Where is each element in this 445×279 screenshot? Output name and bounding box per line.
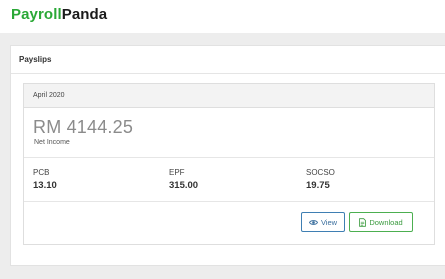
brand-name-part1: Payroll (11, 6, 62, 23)
file-icon (359, 217, 367, 227)
view-button-label: View (320, 217, 338, 227)
net-income-amount: RM 4144.25 (33, 117, 134, 137)
net-income-label: Net Income (34, 139, 70, 146)
divider (24, 201, 434, 202)
stat-value: 13.10 (33, 180, 57, 191)
top-navbar: PayrollPanda (0, 0, 445, 33)
panel-title: Payslips (11, 46, 445, 74)
stat-epf: EPF 315.00 (169, 168, 198, 191)
stat-label: PCB (33, 168, 50, 177)
stat-label: SOCSO (306, 168, 335, 177)
stat-pcb: PCB 13.10 (33, 168, 57, 191)
brand-logo[interactable]: PayrollPanda (11, 6, 107, 23)
view-button[interactable]: View (301, 212, 345, 232)
brand-name-part2: Panda (61, 6, 108, 23)
stat-socso: SOCSO 19.75 (306, 168, 335, 191)
eye-icon (308, 219, 318, 226)
download-button[interactable]: Download (349, 212, 413, 232)
stat-label: EPF (169, 168, 185, 177)
stat-value: 19.75 (306, 180, 330, 191)
download-button-label: Download (369, 217, 403, 227)
divider (24, 157, 434, 158)
payslips-panel: Payslips April 2020 RM 4144.25 Net Incom… (10, 45, 445, 266)
payslip-period: April 2020 (24, 84, 434, 108)
stat-value: 315.00 (169, 180, 199, 191)
payslip-card: April 2020 RM 4144.25 Net Income PCB 13.… (23, 83, 435, 245)
